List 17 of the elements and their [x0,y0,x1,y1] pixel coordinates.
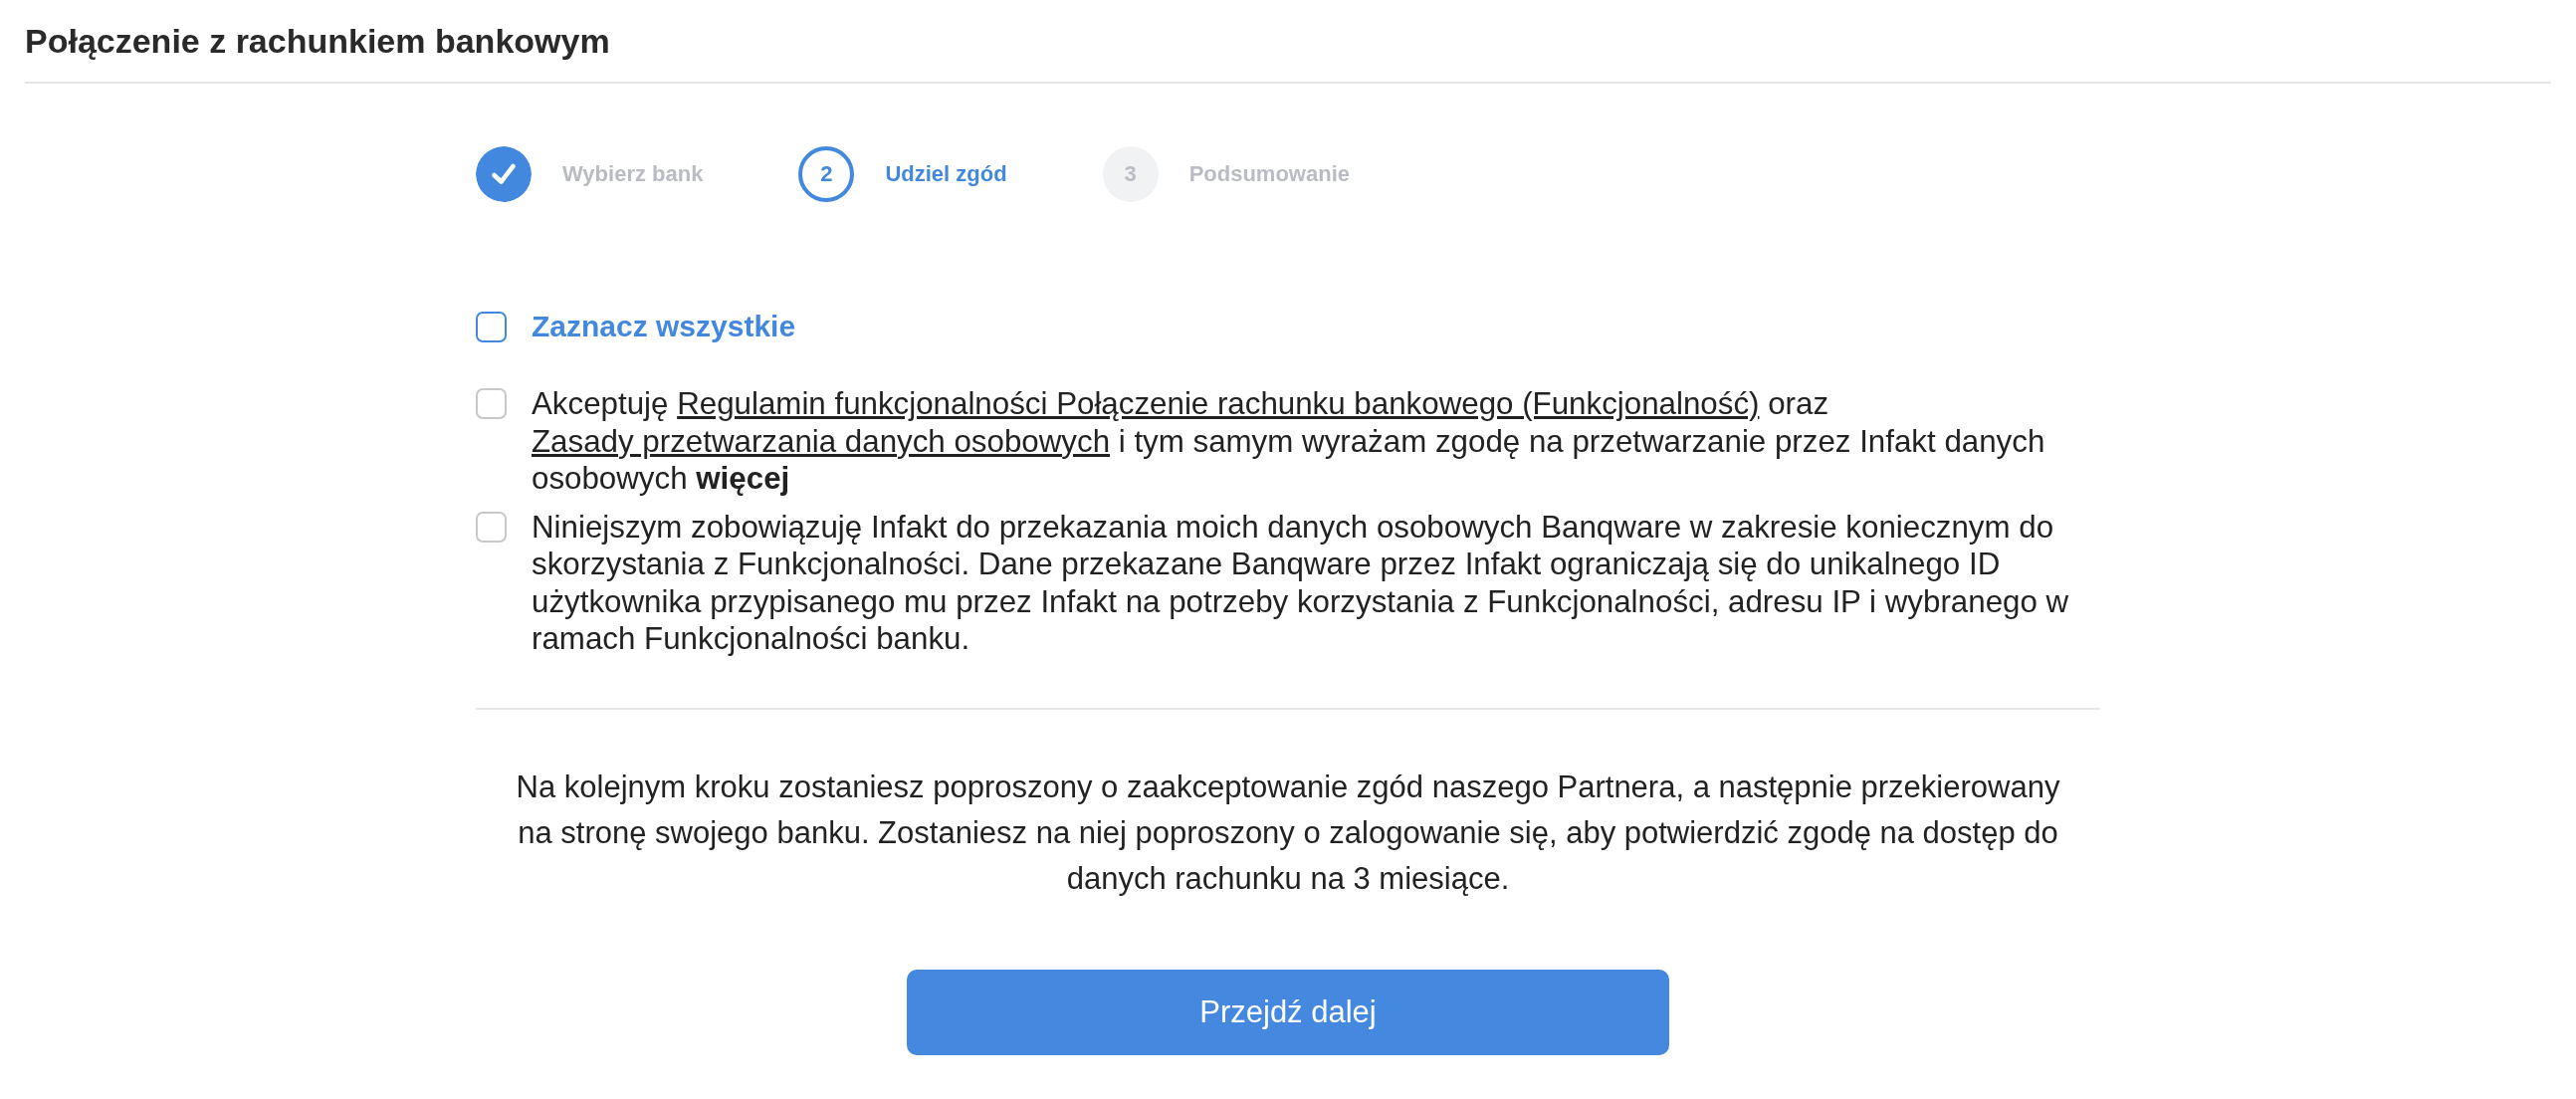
consent-link[interactable]: Regulamin funkcjonalności Połączenie rachunku bankowego (Funkcjonalność) [677,386,1760,421]
checkbox[interactable] [476,388,507,419]
step-label: Udziel zgód [885,161,1007,187]
checkbox[interactable] [476,511,507,543]
next-button[interactable]: Przejdź dalej [907,969,1669,1055]
consent-text: Niniejszym zobowiązuję Infakt do przekazania moich danych osobowych Banqware w zakresie koniecznym do skorzystania z Funkcjonalności. Dane przekazane Banqware przez Infakt ograniczają się do unikalnego ID użytkownika przypisanego mu przez Infakt na potrzeby korzystania z Funkcjonalności, adresu IP i wybranego w ramach Funkcjonalności banku. [532,508,2070,658]
step-label: Podsumowanie [1188,161,1350,187]
step-number: 3 [1102,146,1159,202]
step-number: 2 [798,146,855,202]
consent-link[interactable]: Zasady przetwarzania danych osobowych [532,423,1111,459]
step-label: Wybierz bank [562,161,704,187]
page-title: Połączenie z rachunkiem bankowym [25,21,610,62]
consent-text: Akceptuję Regulamin funkcjonalności Połączenie rachunku bankowego (Funkcjonalność) oraz Zasady przetwarzania danych osobowych i tym samym wyrażam zgodę na przetwarzanie przez Infakt danych osobowych więcej [532,385,2046,498]
checkbox[interactable] [476,311,507,342]
more-link[interactable]: więcej [696,461,790,496]
select-all-label[interactable]: Zaznacz wszystkie [532,308,796,345]
info-text: Na kolejnym kroku zostaniesz poproszony o zaakceptowanie zgód naszego Partnera, a następnie przekierowany na stronę swojego banku. Zostaniesz na niej poproszony o zalogowanie się, aby potwierdzić zgodę na dostęp do danych rachunku na 3 miesiące. [515,768,2061,898]
